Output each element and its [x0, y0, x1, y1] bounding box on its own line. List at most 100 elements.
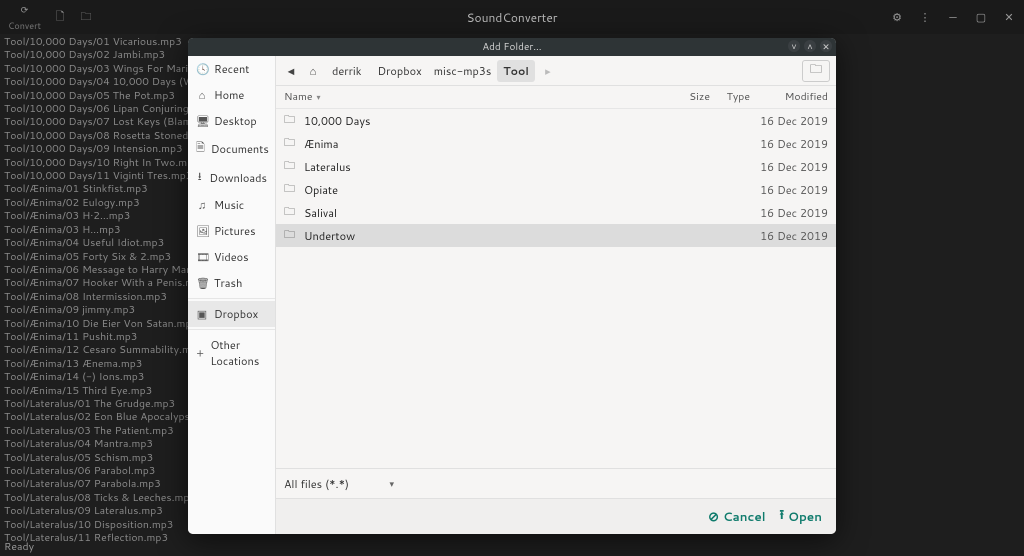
sidebar-item-documents[interactable]: 🗎Documents: [188, 134, 275, 163]
sidebar-item-label: Documents: [211, 141, 269, 157]
cancel-icon: ⊘: [708, 508, 719, 526]
breadcrumb-misc-mp3s[interactable]: misc-mp3s: [428, 60, 498, 82]
file-filter-combo[interactable]: All files (*.*) ▾: [284, 476, 394, 492]
convert-icon: ⟳: [18, 3, 32, 17]
sidebar-item-label: Trash: [214, 275, 242, 291]
menu-icon[interactable]: ⋮: [918, 10, 932, 24]
sidebar-item-music[interactable]: ♫ Music: [188, 192, 275, 218]
col-size[interactable]: Size: [670, 90, 710, 104]
place-icon: 🎞: [196, 249, 208, 265]
column-headers[interactable]: Name ▾ Size Type Modified: [276, 86, 836, 109]
sidebar-item-label: Other Locations: [210, 337, 267, 369]
folder-name: Undertow: [304, 228, 670, 244]
folder-row[interactable]: 🗀 Undertow 16 Dec 2019: [276, 224, 836, 247]
chevron-down-icon: ▾: [389, 477, 394, 490]
folder-row[interactable]: 🗀 Lateralus 16 Dec 2019: [276, 155, 836, 178]
folder-icon: 🗀: [284, 203, 298, 222]
dialog-title-text: Add Folder…: [482, 40, 541, 54]
sidebar-item-pictures[interactable]: 🖼 Pictures: [188, 218, 275, 244]
minimize-icon[interactable]: —: [946, 10, 960, 24]
folder-modified: 16 Dec 2019: [750, 182, 828, 198]
file-chooser-dialog: Add Folder… ˅ ˄ ✕ 🕓 Recent ⌂ Home 🖥Desktop🗎D…: [188, 38, 836, 534]
nav-back-icon[interactable]: ◄: [282, 61, 300, 81]
nav-forward-icon[interactable]: ▸: [539, 61, 557, 81]
place-icon: 🕓: [196, 61, 208, 77]
col-name[interactable]: Name: [284, 90, 313, 104]
folder-name: 10,000 Days: [304, 113, 670, 129]
settings-icon[interactable]: ⚙: [890, 10, 904, 24]
sidebar-item-label: Downloads: [209, 170, 267, 186]
close-window-icon[interactable]: ✕: [1002, 10, 1016, 24]
convert-button[interactable]: ⟳ Convert: [8, 3, 41, 32]
file-filter-label: All files (*.*): [284, 476, 349, 492]
sidebar-item-label: Recent: [214, 61, 249, 77]
open-label: Open: [788, 508, 822, 525]
sidebar-item-label: Pictures: [214, 223, 256, 239]
app-toolbar: ⟳ Convert 🗋 🗀 SoundConverter ⚙ ⋮ — ▢ ✕: [0, 0, 1024, 34]
cancel-button[interactable]: ⊘ Cancel: [708, 508, 765, 526]
sidebar-item-label: Videos: [214, 249, 249, 265]
bg-file-item[interactable]: Tool/Lateralus/11 Reflection.mp3: [0, 532, 1024, 545]
folder-modified: 16 Dec 2019: [750, 113, 828, 129]
new-folder-button[interactable]: 🗀: [802, 60, 830, 82]
folder-modified: 16 Dec 2019: [750, 228, 828, 244]
folder-name: Lateralus: [304, 159, 670, 175]
place-icon: 🖼: [196, 223, 208, 239]
sidebar-item-home[interactable]: ⌂ Home: [188, 82, 275, 108]
sidebar-item-trash[interactable]: 🗑 Trash: [188, 270, 275, 296]
crumb-user[interactable]: derrik: [326, 60, 367, 82]
place-icon: 🗑: [196, 275, 208, 291]
dropbox-icon: ▣: [196, 306, 208, 322]
place-icon: ⭳: [196, 168, 203, 187]
dialog-actions: ⊘ Cancel ⭱ Open: [276, 498, 836, 534]
cancel-label: Cancel: [723, 508, 766, 525]
breadcrumb-dropbox[interactable]: Dropbox: [371, 60, 427, 82]
folder-icon: 🗀: [284, 226, 298, 245]
open-button[interactable]: ⭱ Open: [780, 506, 822, 528]
place-icon: ⌂: [196, 87, 208, 103]
sidebar-item-desktop[interactable]: 🖥Desktop: [188, 108, 275, 134]
filter-row: All files (*.*) ▾: [276, 468, 836, 498]
folder-icon: 🗀: [284, 134, 298, 153]
sidebar-item-label: Desktop: [214, 113, 257, 129]
status-bar: Ready: [4, 540, 34, 554]
folder-row[interactable]: 🗀 Ænima 16 Dec 2019: [276, 132, 836, 155]
home-icon[interactable]: ⌂: [304, 61, 322, 81]
sidebar-item-label: Home: [214, 87, 244, 103]
col-modified[interactable]: Modified: [750, 90, 828, 104]
sidebar-item-dropbox[interactable]: ▣ Dropbox: [188, 301, 275, 327]
folder-row[interactable]: 🗀Opiate16 Dec 2019: [276, 178, 836, 201]
folder-row[interactable]: 🗀 Salival 16 Dec 2019: [276, 201, 836, 224]
folder-modified: 16 Dec 2019: [750, 136, 828, 152]
dialog-titlebar: Add Folder… ˅ ˄ ✕: [188, 38, 836, 56]
col-type[interactable]: Type: [710, 90, 750, 104]
open-icon: ⭱: [780, 506, 785, 528]
sort-indicator-icon: ▾: [317, 91, 321, 103]
app-title: SoundConverter: [467, 9, 558, 26]
dialog-maximize-icon[interactable]: ˄: [804, 40, 816, 52]
dialog-minimize-icon[interactable]: ˅: [788, 40, 800, 52]
sidebar-item-recent[interactable]: 🕓 Recent: [188, 56, 275, 82]
path-bar: ◄ ⌂ derrik Dropboxmisc-mp3sTool ▸ 🗀: [276, 56, 836, 86]
file-list[interactable]: 🗀 10,000 Days 16 Dec 2019 🗀 Ænima 16 Dec 2019…: [276, 109, 836, 468]
folder-modified: 16 Dec 2019: [750, 159, 828, 175]
folder-icon: 🗀: [284, 157, 298, 176]
sidebar-item-videos[interactable]: 🎞 Videos: [188, 244, 275, 270]
add-folder-icon[interactable]: 🗀: [79, 10, 93, 24]
sidebar-item-label: Music: [214, 197, 244, 213]
maximize-icon[interactable]: ▢: [974, 10, 988, 24]
sidebar-item-other-locations[interactable]: +Other Locations: [188, 332, 275, 374]
sidebar-item-label: Dropbox: [214, 306, 258, 322]
add-file-icon[interactable]: 🗋: [53, 10, 67, 24]
folder-row[interactable]: 🗀 10,000 Days 16 Dec 2019: [276, 109, 836, 132]
folder-icon: 🗀: [284, 180, 298, 199]
folder-name: Salival: [304, 205, 670, 221]
file-main-pane: ◄ ⌂ derrik Dropboxmisc-mp3sTool ▸ 🗀 Name…: [276, 56, 836, 534]
folder-modified: 16 Dec 2019: [750, 205, 828, 221]
folder-icon: 🗀: [284, 111, 298, 130]
sidebar-item-downloads[interactable]: ⭳ Downloads: [188, 163, 275, 192]
dialog-close-icon[interactable]: ✕: [820, 40, 832, 52]
breadcrumb-tool[interactable]: Tool: [497, 60, 535, 82]
folder-name: Ænima: [304, 136, 670, 152]
place-icon: ♫: [196, 197, 208, 213]
